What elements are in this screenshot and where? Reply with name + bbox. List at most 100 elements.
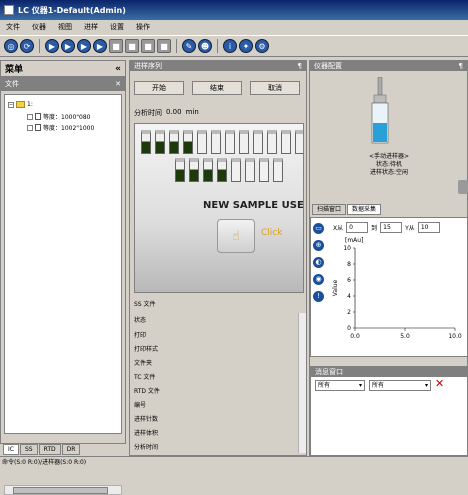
analysis-time-unit: min xyxy=(185,108,199,116)
play-icon[interactable]: ▶ xyxy=(45,39,59,53)
power-icon[interactable]: ◐ xyxy=(313,257,324,268)
vial xyxy=(267,130,277,154)
list-item[interactable]: 编号 xyxy=(134,400,146,409)
vial xyxy=(259,158,269,182)
delete-icon[interactable]: ✕ xyxy=(435,377,444,390)
refresh-icon[interactable]: ⟳ xyxy=(20,39,34,53)
tab-scan-window[interactable]: 扫描窗口 xyxy=(312,204,347,215)
list-item[interactable]: 文件夹 xyxy=(134,358,152,367)
autosampler-icon[interactable] xyxy=(368,77,392,149)
tab-dr[interactable]: DR xyxy=(61,444,81,455)
list-item[interactable]: TC 文件 xyxy=(134,372,155,381)
list-item[interactable]: 打印 xyxy=(134,330,146,339)
pin-icon[interactable]: ¶ xyxy=(298,62,302,70)
document-icon xyxy=(35,113,41,120)
scrollbar-thumb[interactable] xyxy=(13,487,108,494)
tab-ic[interactable]: IC xyxy=(3,444,19,455)
vial xyxy=(155,130,165,154)
vial xyxy=(203,158,213,182)
list-item[interactable]: 分析时间 xyxy=(134,442,158,451)
tab-data-acquisition[interactable]: 数据采集 xyxy=(347,204,382,215)
alert-icon[interactable]: ! xyxy=(313,291,324,302)
toolbar-divider xyxy=(176,39,177,53)
checkbox-icon[interactable] xyxy=(27,124,33,131)
play-icon[interactable]: ▶ xyxy=(77,39,91,53)
stop-icon[interactable]: ■ xyxy=(125,39,139,53)
pen-icon[interactable]: ✎ xyxy=(182,39,196,53)
vial xyxy=(141,130,151,154)
vial xyxy=(239,130,249,154)
tree-item-label: 等度：1000"080 xyxy=(43,114,91,121)
device-name: <手动进样器> xyxy=(368,153,410,160)
collapse-icon[interactable]: − xyxy=(8,101,14,108)
filter-select-2[interactable]: 所有 ▾ xyxy=(369,380,431,391)
stop-icon[interactable]: ■ xyxy=(109,39,123,53)
collapse-button[interactable]: « xyxy=(115,64,121,74)
close-icon[interactable]: ✕ xyxy=(115,80,121,88)
acquisition-chart: [mAu] Value 0 2 4 6 8 10 0.0 5.0 10.0 xyxy=(332,237,462,340)
menu-view[interactable]: 视图 xyxy=(58,22,72,32)
tree-root[interactable]: − 1: xyxy=(8,101,33,108)
click-label: Click xyxy=(261,228,283,238)
vial xyxy=(189,158,199,182)
menu-inject[interactable]: 进样 xyxy=(84,22,98,32)
menu-bar: 文件 仪器 视图 进样 设置 操作 xyxy=(0,20,468,34)
x-from-input[interactable]: 0 xyxy=(346,222,369,233)
filter-value-1: 所有 xyxy=(318,382,331,389)
tree-item[interactable]: 等度：1000"080 xyxy=(27,112,90,121)
play-icon[interactable]: ▶ xyxy=(93,39,107,53)
start-button[interactable]: 开始 xyxy=(134,81,184,95)
y-tick-label: 8 xyxy=(347,261,351,268)
vial xyxy=(211,130,221,154)
tree-root-label: 1: xyxy=(27,101,33,108)
list-item[interactable]: 打印样式 xyxy=(134,344,158,353)
menu-settings[interactable]: 设置 xyxy=(110,22,124,32)
vial xyxy=(197,130,207,154)
message-window: 消息窗口 所有 ▾ 所有 ▾ ✕ xyxy=(310,366,468,456)
device-status: 状态:待机 xyxy=(375,161,403,168)
sample-tray-image: NEW SAMPLE USE ☝ Click xyxy=(134,123,304,293)
vial xyxy=(175,158,185,182)
menu-instrument[interactable]: 仪器 xyxy=(32,22,46,32)
cancel-button[interactable]: 取消 xyxy=(250,81,300,95)
end-button[interactable]: 结束 xyxy=(192,81,242,95)
vertical-scrollbar[interactable] xyxy=(298,313,306,453)
monitor-icon[interactable]: ▭ xyxy=(313,223,324,234)
tab-ss[interactable]: SS xyxy=(19,444,38,455)
x-to-input[interactable]: 15 xyxy=(380,222,403,233)
vial xyxy=(169,130,179,154)
tab-rtd[interactable]: RTD xyxy=(38,444,61,455)
y-tick-label: 0 xyxy=(347,325,351,332)
camera-icon[interactable]: ◉ xyxy=(313,274,324,285)
scan-icon[interactable]: ◎ xyxy=(4,39,18,53)
horizontal-scrollbar[interactable] xyxy=(4,485,122,495)
list-item[interactable]: RTD 文件 xyxy=(134,386,160,395)
x-tick-label: 0.0 xyxy=(350,333,360,340)
y-tick-label: 6 xyxy=(347,277,351,284)
menu-file[interactable]: 文件 xyxy=(6,22,20,32)
y-from-input[interactable]: 10 xyxy=(417,222,440,233)
file-section-header: 文件 ✕ xyxy=(1,77,125,91)
list-item[interactable]: 状态 xyxy=(134,315,146,324)
list-item[interactable]: 进样体积 xyxy=(134,428,158,437)
filter-select-1[interactable]: 所有 ▾ xyxy=(315,380,365,391)
click-button[interactable]: ☝ xyxy=(217,219,255,253)
stop-icon[interactable]: ■ xyxy=(141,39,155,53)
person-icon[interactable]: ☻ xyxy=(198,39,212,53)
list-item[interactable]: 进样针数 xyxy=(134,414,158,423)
menu-operate[interactable]: 操作 xyxy=(136,22,150,32)
tools-icon[interactable]: ⚙ xyxy=(255,39,269,53)
stop-icon[interactable]: ■ xyxy=(157,39,171,53)
side-handle[interactable] xyxy=(458,180,468,194)
zoom-icon[interactable]: ⊕ xyxy=(313,240,324,251)
toolbar-divider xyxy=(217,39,218,53)
checkbox-icon[interactable] xyxy=(27,113,33,120)
tree-item[interactable]: 等度：1002"1000 xyxy=(27,123,94,132)
chart-toolbar: ▭ ⊕ ◐ ◉ ! xyxy=(313,220,327,356)
settings-icon[interactable]: ✦ xyxy=(239,39,253,53)
pin-icon[interactable]: ¶ xyxy=(459,62,463,70)
hand-icon: ☝ xyxy=(232,228,240,244)
vial xyxy=(273,158,283,182)
info-icon[interactable]: i xyxy=(223,39,237,53)
play-icon[interactable]: ▶ xyxy=(61,39,75,53)
